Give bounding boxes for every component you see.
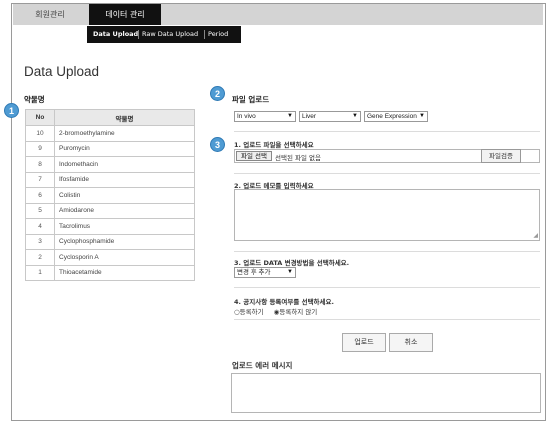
row-no: 1 (25, 264, 55, 281)
cancel-button[interactable]: 취소 (389, 333, 433, 352)
resize-grip-icon[interactable]: ◢ (533, 233, 538, 239)
upload-button[interactable]: 업로드 (342, 333, 386, 352)
row-drug-name: Tacrolimus (54, 218, 195, 235)
row-no: 3 (25, 233, 55, 250)
table-row[interactable]: 7 Ifosfamide (25, 171, 195, 188)
organ-select[interactable]: Liver ▼ (299, 111, 361, 122)
row-drug-name: Cyclosporin A (54, 249, 195, 266)
divider (234, 131, 540, 132)
row-no: 4 (25, 218, 55, 235)
file-none-text: 선택된 파일 없음 (275, 154, 321, 162)
table-row[interactable]: 9 Puromycin (25, 140, 195, 157)
tab-member-management[interactable]: 회원관리 (15, 4, 85, 25)
column-header-drug-name: 약물명 (54, 109, 195, 126)
table-row[interactable]: 5 Amiodarone (25, 202, 195, 219)
row-drug-name: Colistin (54, 187, 195, 204)
notice-radio-group: ○등록하기 ◉등록하지 않기 (234, 306, 325, 316)
table-row[interactable]: 10 2-bromoethylamine (25, 125, 195, 142)
model-select-value: In vivo (237, 113, 256, 120)
radio-no-register-label: 등록하지 않기 (279, 308, 318, 316)
sub-nav: Data Upload Raw Data Upload Period (87, 26, 241, 43)
file-select-heading: 1. 업로드 파일을 선택하세요 (234, 141, 314, 149)
drug-panel-label: 약물명 (24, 95, 45, 104)
page-title: Data Upload (24, 64, 100, 79)
chevron-down-icon: ▼ (352, 113, 358, 119)
model-select[interactable]: In vivo ▼ (234, 111, 296, 122)
step-badge-2: 2 (210, 86, 225, 101)
divider (234, 287, 540, 288)
row-no: 8 (25, 156, 55, 173)
table-row[interactable]: 3 Cyclophosphamide (25, 233, 195, 250)
row-drug-name: Indomethacin (54, 156, 195, 173)
verify-file-button[interactable]: 파일검증 (481, 149, 521, 163)
divider (234, 251, 540, 252)
radio-register-label: 등록하기 (239, 308, 264, 316)
chevron-down-icon: ▼ (287, 269, 293, 275)
row-no: 6 (25, 187, 55, 204)
choose-file-button[interactable]: 파일 선택 (236, 151, 272, 161)
chevron-down-icon: ▼ (287, 113, 293, 119)
table-row[interactable]: 8 Indomethacin (25, 156, 195, 173)
subtab-period[interactable]: Period (208, 26, 228, 43)
chevron-down-icon: ▼ (419, 113, 425, 119)
data-type-select[interactable]: Gene Expression ▼ (364, 111, 428, 122)
table-row[interactable]: 4 Tacrolimus (25, 218, 195, 235)
organ-select-value: Liver (302, 113, 317, 120)
change-method-value: 변경 후 추가 (237, 269, 271, 276)
data-type-select-value: Gene Expression (367, 113, 417, 120)
row-drug-name: Puromycin (54, 140, 195, 157)
divider (234, 173, 540, 174)
step-badge-1: 1 (4, 103, 19, 118)
drug-table: No 약물명 10 2-bromoethylamine 9 Puromycin 8I… (25, 109, 195, 281)
error-message-label: 업로드 에러 메시지 (232, 361, 293, 370)
row-no: 7 (25, 171, 55, 188)
row-drug-name: Thioacetamide (54, 264, 195, 281)
upload-panel-label: 파일 업로드 (232, 95, 270, 104)
table-row[interactable]: 1 Thioacetamide (25, 264, 195, 281)
row-drug-name: Ifosfamide (54, 171, 195, 188)
step-badge-3: 3 (210, 137, 225, 152)
memo-textarea[interactable]: ◢ (234, 189, 540, 241)
row-drug-name: Cyclophosphamide (54, 233, 195, 250)
divider (234, 319, 540, 320)
row-no: 9 (25, 140, 55, 157)
subtab-data-upload[interactable]: Data Upload (93, 26, 138, 43)
subnav-divider (138, 30, 139, 39)
row-no: 5 (25, 202, 55, 219)
change-method-heading: 3. 업로드 DATA 변경방법을 선택하세요. (234, 259, 350, 267)
notice-heading: 4. 공지사항 등록여부를 선택하세요. (234, 298, 334, 306)
radio-register[interactable]: ○등록하기 (234, 308, 268, 316)
radio-no-register[interactable]: ◉등록하지 않기 (274, 308, 322, 316)
row-drug-name: 2-bromoethylamine (54, 125, 195, 142)
change-method-select[interactable]: 변경 후 추가 ▼ (234, 267, 296, 278)
column-header-no: No (25, 109, 55, 126)
subtab-raw-data-upload[interactable]: Raw Data Upload (142, 26, 198, 43)
error-message-box (231, 373, 541, 413)
subnav-divider (204, 30, 205, 39)
table-row[interactable]: 2 Cyclosporin A (25, 249, 195, 266)
row-no: 2 (25, 249, 55, 266)
top-nav: 회원관리 데이터 관리 (13, 4, 543, 25)
row-no: 10 (25, 125, 55, 142)
table-row[interactable]: 6 Colistin (25, 187, 195, 204)
row-drug-name: Amiodarone (54, 202, 195, 219)
tab-data-management[interactable]: 데이터 관리 (89, 4, 161, 25)
